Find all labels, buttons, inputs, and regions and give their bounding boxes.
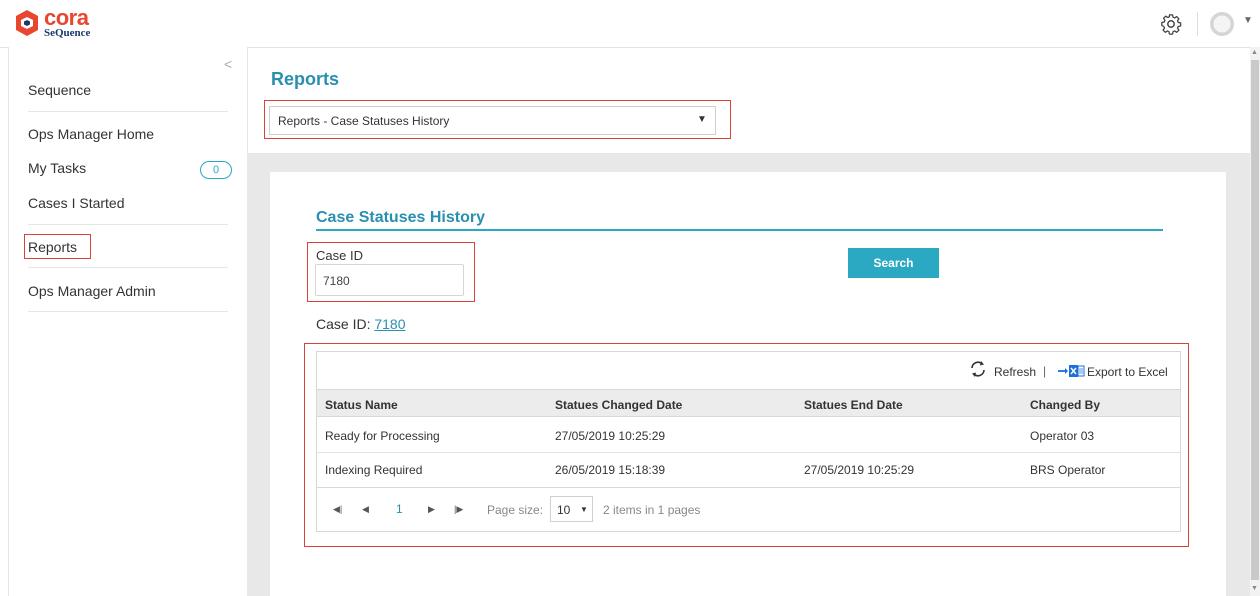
refresh-icon[interactable] xyxy=(968,359,988,379)
cora-logo-icon[interactable] xyxy=(16,10,38,36)
sidebar-divider xyxy=(28,224,228,225)
table-cell: 27/05/2019 10:25:29 xyxy=(555,429,666,443)
chevron-down-icon[interactable]: ▼ xyxy=(580,505,588,514)
search-button[interactable]: Search xyxy=(848,248,939,278)
chevron-down-icon[interactable]: ▼ xyxy=(1243,15,1253,26)
column-header-status-name[interactable]: Status Name xyxy=(325,398,398,412)
header-divider xyxy=(1197,12,1198,36)
table-cell: 27/05/2019 10:25:29 xyxy=(804,463,915,477)
report-title: Case Statuses History xyxy=(316,209,485,226)
sidebar-divider xyxy=(28,311,228,312)
column-header-end-date[interactable]: Statues End Date xyxy=(804,398,903,412)
title-underline xyxy=(316,229,1163,231)
gear-icon[interactable] xyxy=(1160,13,1182,35)
table-cell: BRS Operator xyxy=(1030,463,1106,477)
avatar-icon[interactable] xyxy=(1209,11,1235,37)
column-header-changed-by[interactable]: Changed By xyxy=(1030,398,1100,412)
excel-icon[interactable] xyxy=(1057,363,1085,379)
sidebar-item-my-tasks[interactable]: My Tasks xyxy=(28,160,86,176)
row-divider xyxy=(317,452,1180,453)
table-cell: Operator 03 xyxy=(1030,429,1095,443)
previous-page-icon[interactable]: ◀ xyxy=(362,504,369,515)
chevron-down-icon[interactable]: ▼ xyxy=(697,114,707,125)
next-page-icon[interactable]: ▶ xyxy=(428,504,435,515)
table-cell: Indexing Required xyxy=(325,463,423,477)
column-header-changed-date[interactable]: Statues Changed Date xyxy=(555,398,682,412)
sidebar-item-cases-i-started[interactable]: Cases I Started xyxy=(28,195,125,211)
sidebar-divider xyxy=(28,267,228,268)
my-tasks-count-badge: 0 xyxy=(200,161,232,179)
grid-pager xyxy=(317,487,1180,531)
scrollbar-thumb[interactable] xyxy=(1251,60,1259,580)
case-id-link[interactable]: 7180 xyxy=(374,316,405,332)
case-id-input-value: 7180 xyxy=(323,274,350,288)
refresh-button[interactable]: Refresh xyxy=(994,365,1036,379)
sidebar-item-sequence[interactable]: Sequence xyxy=(28,82,91,98)
logo-subtext: SeQuence xyxy=(44,27,91,39)
export-to-excel-button[interactable]: Export to Excel xyxy=(1087,365,1168,379)
scroll-up-icon[interactable]: ▲ xyxy=(1251,49,1258,56)
page-size-value: 10 xyxy=(557,503,571,517)
collapse-sidebar-icon[interactable]: < xyxy=(224,56,232,72)
last-page-icon[interactable]: |▶ xyxy=(454,504,463,515)
first-page-icon[interactable]: ◀| xyxy=(333,504,342,515)
case-id-result: Case ID: 7180 xyxy=(316,316,406,332)
table-cell: Ready for Processing xyxy=(325,429,440,443)
sidebar-item-reports[interactable]: Reports xyxy=(28,239,77,255)
sidebar-item-ops-manager-home[interactable]: Ops Manager Home xyxy=(28,126,154,142)
report-select-value: Reports - Case Statuses History xyxy=(278,114,450,128)
table-cell: 26/05/2019 15:18:39 xyxy=(555,463,666,477)
toolbar-separator: | xyxy=(1043,364,1047,378)
page-size-label: Page size: xyxy=(487,503,544,517)
pager-summary: 2 items in 1 pages xyxy=(603,503,701,517)
page-number-current[interactable]: 1 xyxy=(396,502,403,516)
case-id-label: Case ID xyxy=(316,248,363,263)
scroll-down-icon[interactable]: ▼ xyxy=(1251,585,1258,592)
app-header xyxy=(0,0,1260,48)
sidebar-item-ops-manager-admin[interactable]: Ops Manager Admin xyxy=(28,283,156,299)
case-id-result-label: Case ID: xyxy=(316,316,375,332)
sidebar-divider xyxy=(28,111,228,112)
page-title: Reports xyxy=(271,69,340,89)
